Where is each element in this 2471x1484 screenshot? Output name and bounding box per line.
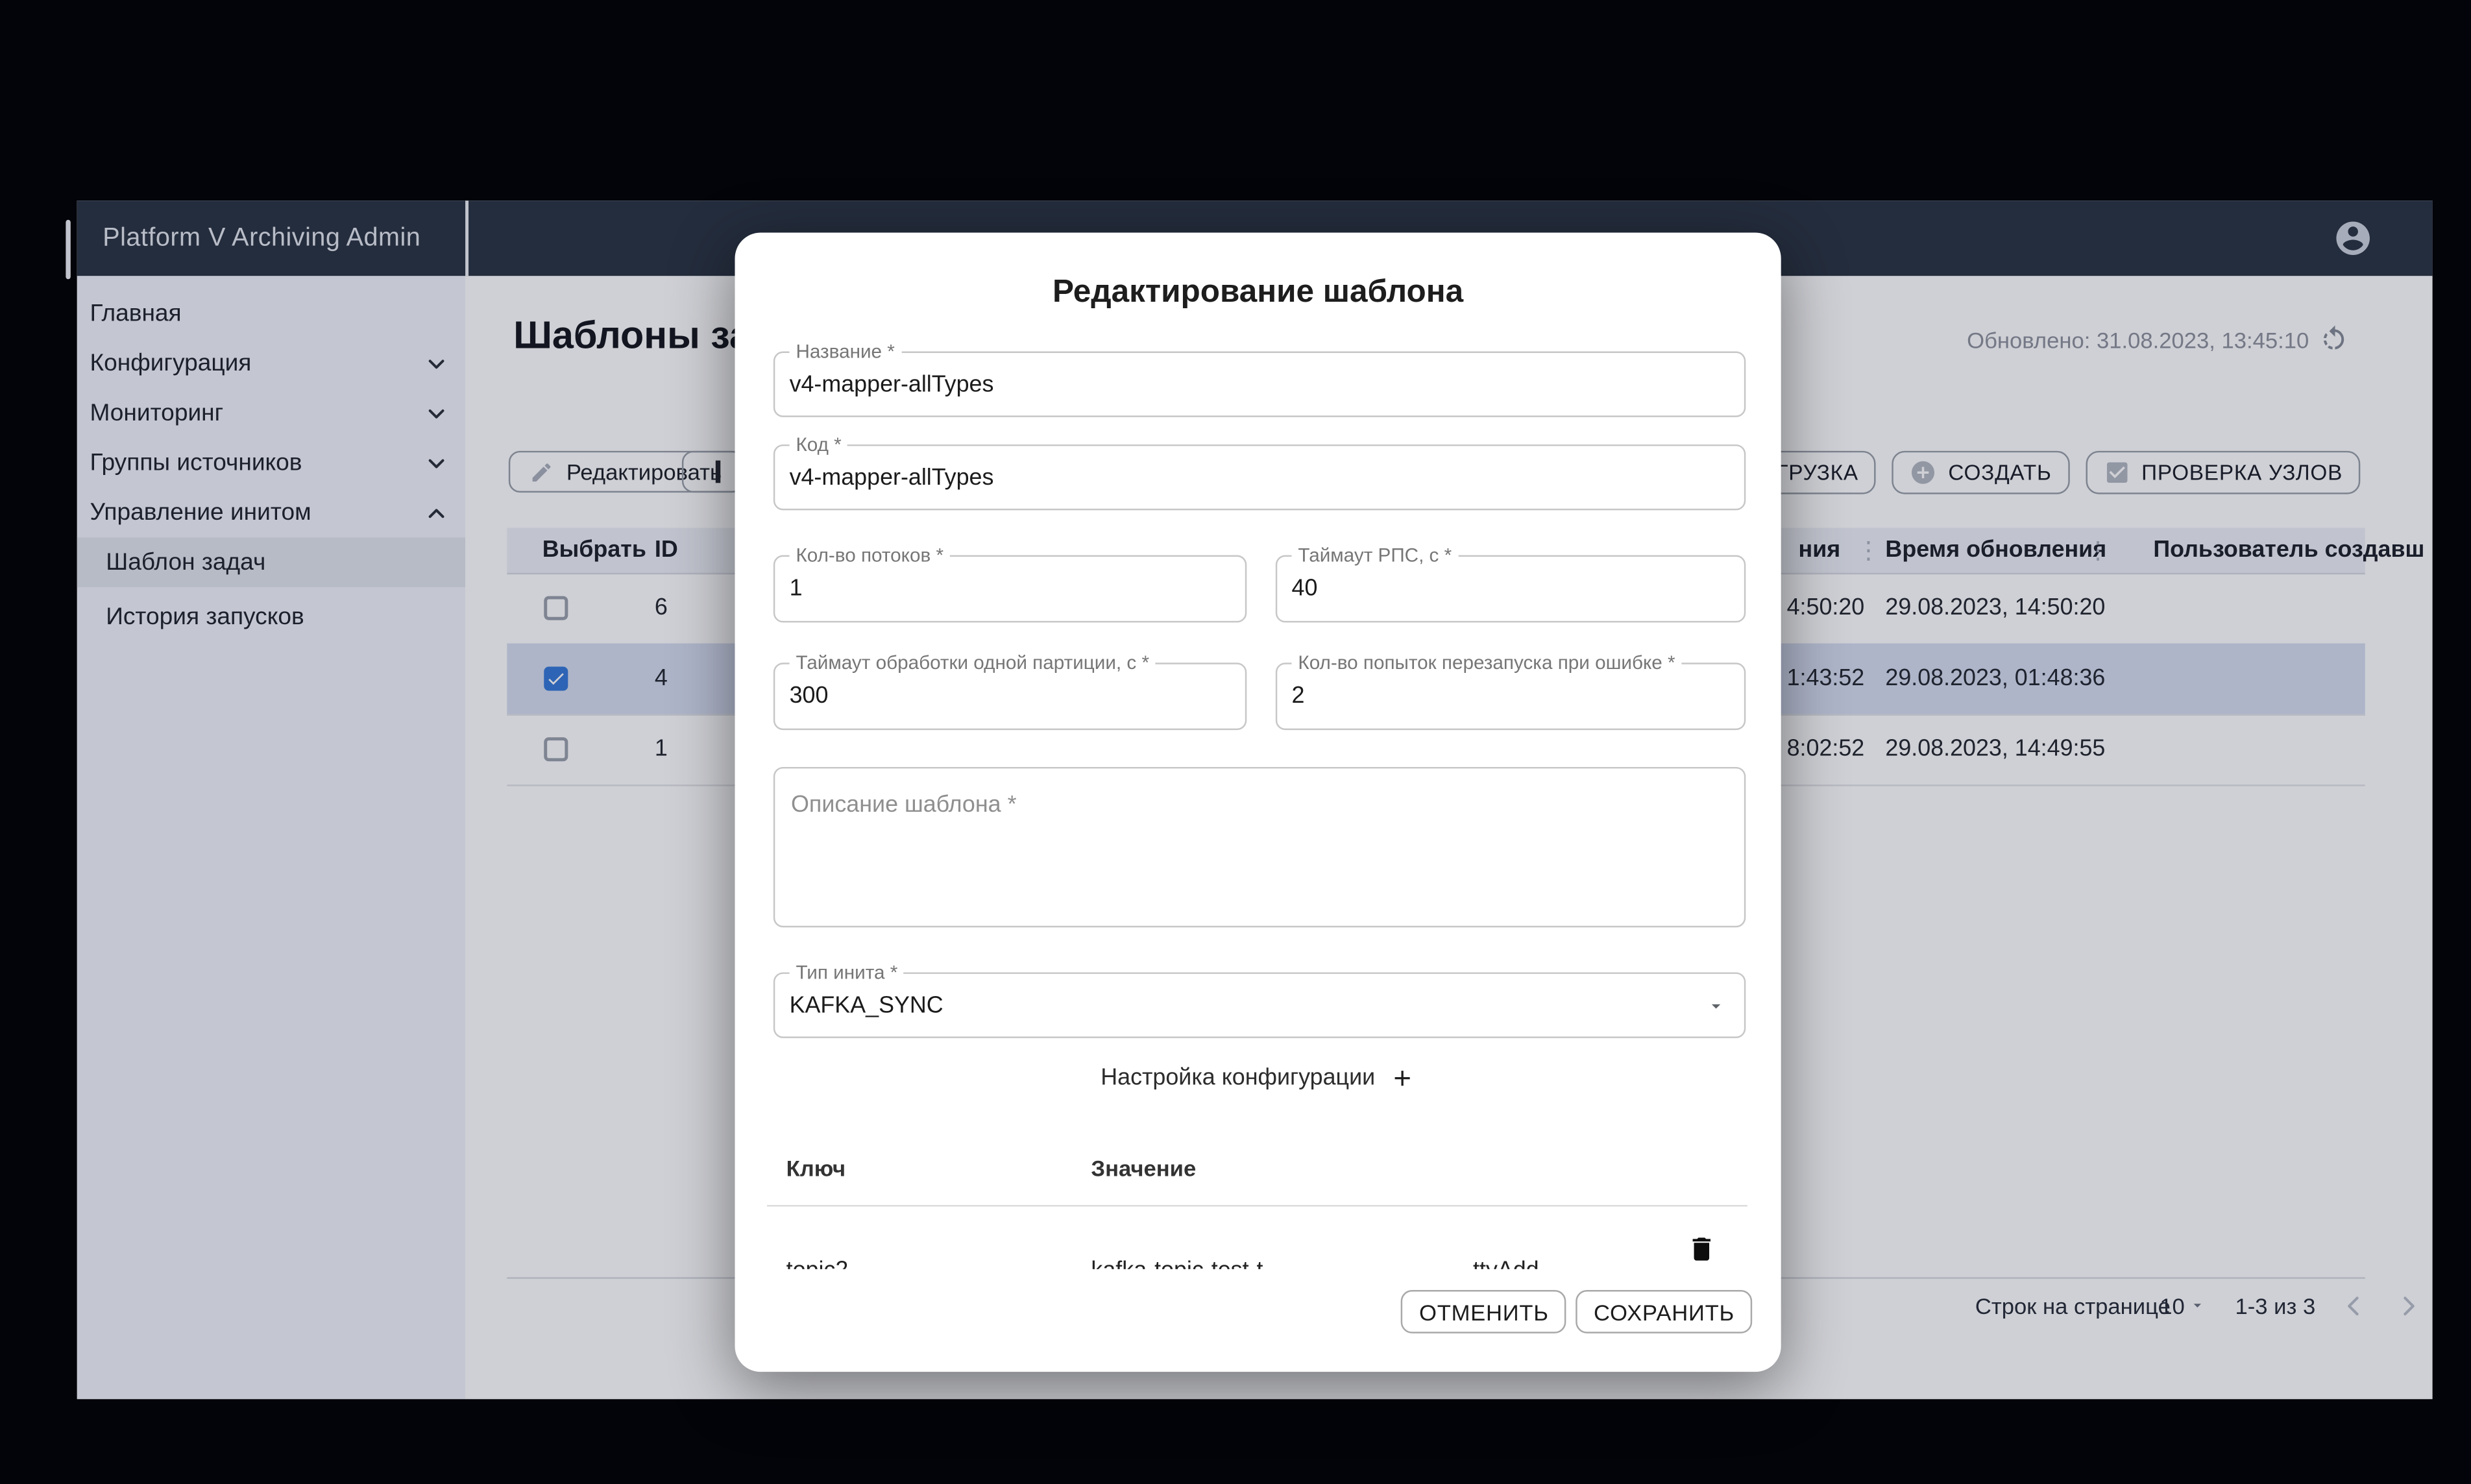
config-value-clipped-2: ttyAdd <box>1473 1258 1539 1269</box>
init-type-value: KAFKA_SYNC <box>790 992 943 1018</box>
name-field-value: v4-mapper-allTypes <box>790 371 994 397</box>
config-key-header: Ключ <box>786 1155 846 1181</box>
partition-timeout-field-value: 300 <box>790 683 829 709</box>
config-key-clipped: topic2 <box>786 1258 849 1269</box>
edit-template-modal: Редактирование шаблона Название * v4-map… <box>735 233 1781 1372</box>
retries-field[interactable]: Кол-во попыток перезапуска при ошибке * … <box>1276 663 1746 730</box>
rps-timeout-field[interactable]: Таймаут РПС, с * 40 <box>1276 555 1746 623</box>
modal-actions: ОТМЕНИТЬ СОХРАНИТЬ <box>1402 1290 1752 1333</box>
description-field[interactable]: Описание шаблона * <box>773 767 1746 927</box>
retries-field-value: 2 <box>1292 683 1305 709</box>
cancel-button[interactable]: ОТМЕНИТЬ <box>1402 1290 1566 1333</box>
name-field-label: Название * <box>790 341 901 361</box>
config-section-header: Настройка конфигурации <box>735 1065 1781 1091</box>
add-config-icon[interactable] <box>1389 1065 1415 1091</box>
threads-field[interactable]: Кол-во потоков * 1 <box>773 555 1247 623</box>
partition-timeout-field[interactable]: Таймаут обработки одной партиции, с * 30… <box>773 663 1247 730</box>
config-value-clipped: kafka-topic-test-t <box>1091 1258 1263 1269</box>
delete-icon[interactable] <box>1686 1234 1717 1265</box>
partition-timeout-field-label: Таймаут обработки одной партиции, с * <box>790 652 1156 673</box>
name-field[interactable]: Название * v4-mapper-allTypes <box>773 352 1746 417</box>
rps-timeout-field-value: 40 <box>1292 576 1318 602</box>
threads-field-value: 1 <box>790 576 803 602</box>
description-field-placeholder: Описание шаблона * <box>791 793 1016 819</box>
modal-title: Редактирование шаблона <box>735 274 1781 311</box>
config-row-clipped[interactable]: topic2 kafka-topic-test-t ttyAdd <box>767 1206 1747 1269</box>
init-type-select[interactable]: Тип инита * KAFKA_SYNC <box>773 972 1746 1038</box>
dropdown-arrow-icon <box>1705 995 1726 1016</box>
init-type-label: Тип инита * <box>790 962 905 982</box>
config-section-label: Настройка конфигурации <box>1101 1065 1375 1091</box>
retries-field-label: Кол-во попыток перезапуска при ошибке * <box>1292 652 1682 673</box>
save-button[interactable]: СОХРАНИТЬ <box>1576 1290 1752 1333</box>
config-value-header: Значение <box>1091 1155 1196 1181</box>
rps-timeout-field-label: Таймаут РПС, с * <box>1292 544 1459 565</box>
code-field-label: Код * <box>790 434 848 455</box>
screen: Platform V Archiving Admin Главная Конфи… <box>0 0 2471 1484</box>
code-field-value: v4-mapper-allTypes <box>790 465 994 491</box>
code-field[interactable]: Код * v4-mapper-allTypes <box>773 444 1746 510</box>
threads-field-label: Кол-во потоков * <box>790 544 950 565</box>
